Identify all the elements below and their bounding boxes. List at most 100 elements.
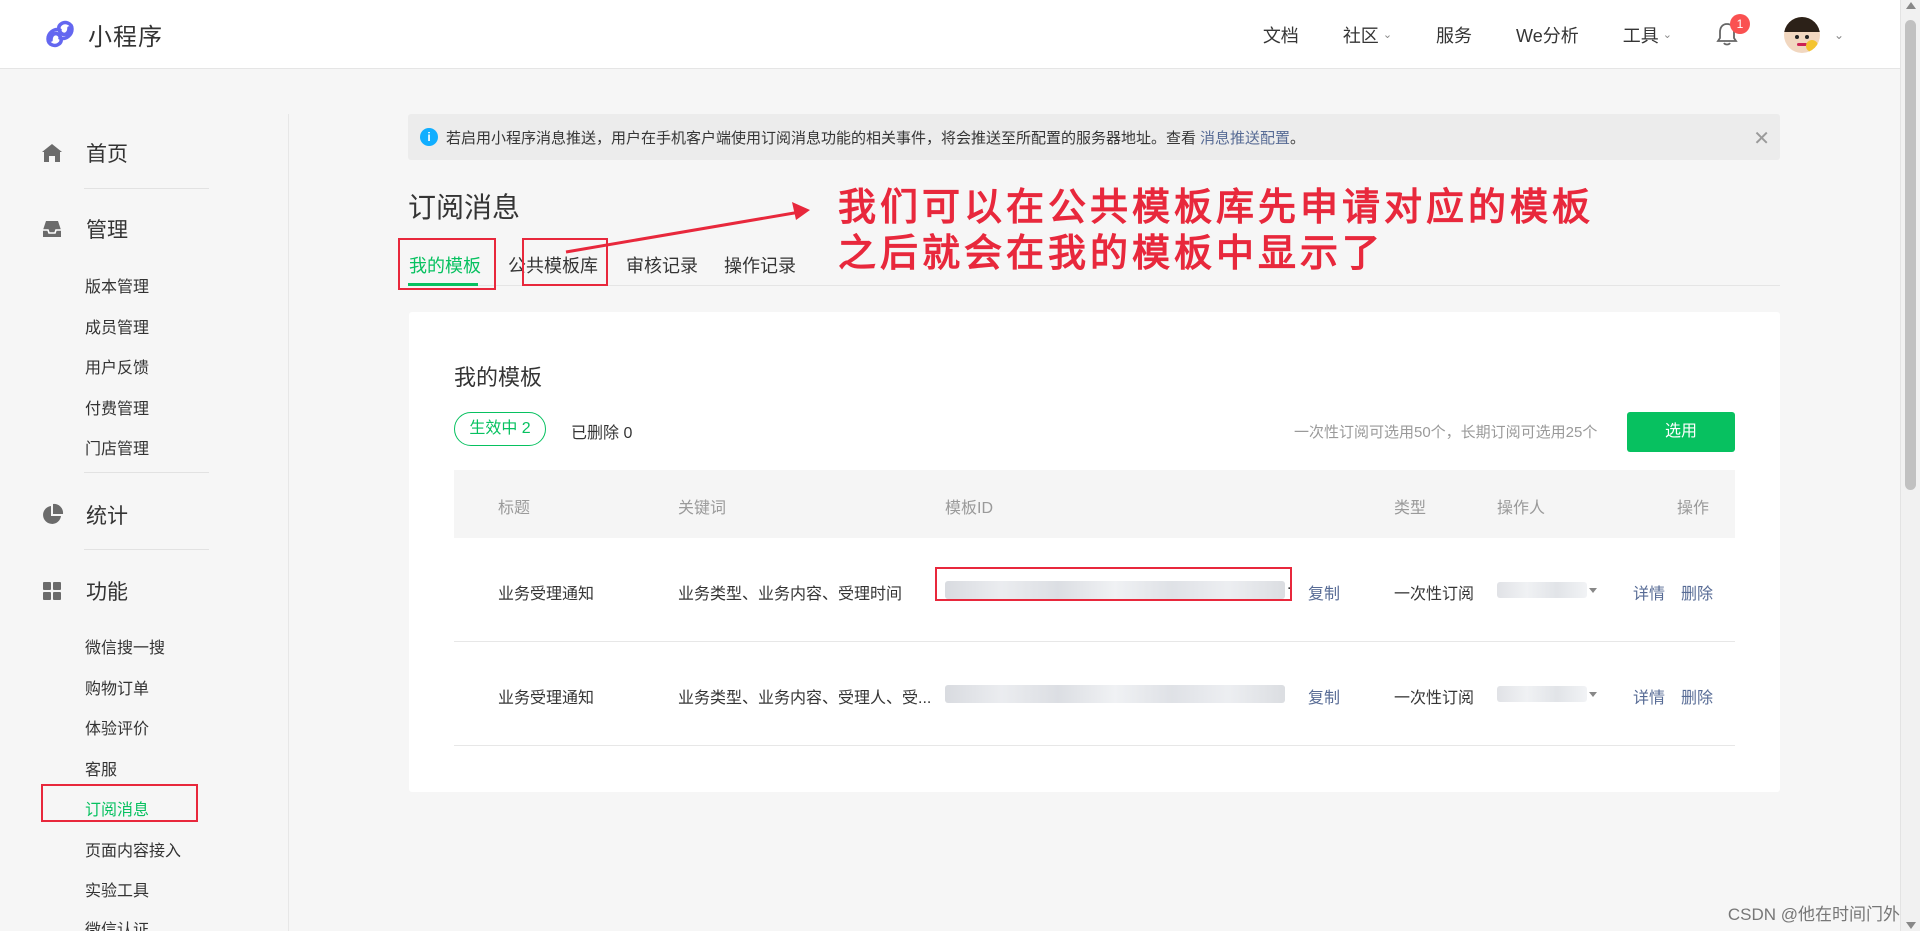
filter-deleted-chip[interactable]: 已删除 0 [571,419,632,443]
detail-button[interactable]: 详情 [1633,684,1665,708]
avatar [1783,16,1820,53]
row-title: 业务受理通知 [498,690,595,707]
home-icon [42,144,62,162]
sidebar-section-stats[interactable]: 统计 [40,500,128,530]
nav-we-analytics-label: We分析 [1516,25,1579,46]
pie-chart-icon [43,503,64,524]
sidebar-item-customer-service[interactable]: 客服 [85,756,117,780]
inbox-icon [43,221,61,237]
operator-redacted [1497,686,1587,702]
row-title: 业务受理通知 [498,586,595,603]
nav-community-label: 社区 [1342,25,1379,46]
nav-community[interactable]: 社区 ⌄ [1343,22,1392,48]
close-icon[interactable]: ✕ [1753,126,1770,151]
card-title: 我的模板 [454,365,543,390]
dropdown-caret-icon [1589,692,1597,697]
info-icon: i [420,128,438,146]
divider [84,549,209,550]
copy-template-id-button[interactable]: 复制 [1308,684,1340,708]
detail-button[interactable]: 详情 [1633,580,1665,604]
divider [84,472,209,473]
select-template-button[interactable]: 选用 [1627,412,1735,452]
highlight-box-my-templates [398,238,496,290]
sidebar-item-user-feedback[interactable]: 用户反馈 [85,354,149,378]
nav-docs-label: 文档 [1262,25,1299,46]
row-keywords: 业务类型、业务内容、受理人、受... [678,690,932,707]
scroll-down-arrow-icon[interactable] [1906,922,1916,929]
template-id-redacted [945,685,1285,703]
miniprogram-logo-icon [46,20,74,48]
table-row: 业务受理通知 业务类型、业务内容、受理时间 . 复制 一次性订阅 详情 删除 [454,538,1735,642]
sidebar-section-label: 管理 [86,219,128,242]
sidebar-item-experience-review[interactable]: 体验评价 [85,715,149,739]
tab-operation-records[interactable]: 操作记录 [724,252,796,278]
sidebar-item-member-manage[interactable]: 成员管理 [85,314,149,338]
column-header-keywords: 关键词 [678,500,727,517]
copy-template-id-button[interactable]: 复制 [1308,580,1340,604]
sidebar-section-home[interactable]: 首页 [40,138,128,168]
sidebar-item-experiment-tools[interactable]: 实验工具 [85,877,149,901]
sidebar-item-version-manage[interactable]: 版本管理 [85,273,149,297]
nav-services-label: 服务 [1436,25,1473,46]
grid-icon [43,582,61,600]
sidebar-item-wechat-search[interactable]: 微信搜一搜 [85,634,165,658]
column-header-actions: 操作 [1677,500,1710,517]
nav-services[interactable]: 服务 [1436,22,1472,48]
scroll-up-arrow-icon[interactable] [1906,2,1916,9]
sidebar-divider [288,114,289,931]
page-title: 订阅消息 [408,192,521,223]
notice-end: 。 [1290,129,1306,147]
message-push-config-link[interactable]: 消息推送配置 [1200,127,1290,148]
notice-text: 若启用小程序消息推送，用户在手机客户端使用订阅消息功能的相关事件，将会推送至所配… [446,129,1197,147]
table-row: 业务受理通知 业务类型、业务内容、受理人、受... 复制 一次性订阅 详情 删除 [454,642,1735,746]
sidebar-section-label: 首页 [86,143,128,166]
sidebar-item-page-content[interactable]: 页面内容接入 [85,837,181,861]
row-keywords: 业务类型、业务内容、受理时间 [678,586,903,603]
sidebar-section-manage[interactable]: 管理 [40,214,128,244]
page-scrollbar[interactable] [1900,0,1920,931]
highlight-box-template-id [935,567,1292,601]
row-type: 一次性订阅 [1394,586,1475,603]
delete-button[interactable]: 删除 [1681,684,1713,708]
notification-badge: 1 [1729,13,1750,34]
highlight-box-subscription-messages [41,784,198,822]
column-header-title: 标题 [498,500,531,517]
operator-redacted [1497,582,1587,598]
nav-tools[interactable]: 工具 ⌄ [1623,22,1672,48]
quota-tip: 一次性订阅可选用50个，长期订阅可选用25个 [1294,424,1598,441]
notice-banner: i 若启用小程序消息推送，用户在手机客户端使用订阅消息功能的相关事件，将会推送至… [408,114,1780,160]
chevron-down-icon: ⌄ [1833,27,1844,42]
sidebar-item-wechat-verify[interactable]: 微信认证 [85,916,149,931]
top-navbar: 小程序 文档 社区 ⌄ 服务 We分析 工具 ⌄ 1 ⌄ [0,0,1900,69]
tab-review-records[interactable]: 审核记录 [626,252,698,278]
chevron-down-icon: ⌄ [1382,29,1393,41]
column-header-template-id: 模板ID [945,500,994,517]
sidebar-item-shopping-orders[interactable]: 购物订单 [85,675,149,699]
dropdown-caret-icon [1589,588,1597,593]
column-header-operator: 操作人 [1497,500,1546,517]
nav-docs[interactable]: 文档 [1263,22,1299,48]
annotation-text: 我们可以在公共模板库先申请对应的模板 之后就会在我的模板中显示了 [838,184,1595,275]
top-nav: 文档 社区 ⌄ 服务 We分析 工具 ⌄ 1 ⌄ [1263,0,1900,69]
user-menu[interactable]: ⌄ [1783,16,1844,53]
nav-we-analytics[interactable]: We分析 [1516,22,1579,48]
notification-bell[interactable]: 1 [1716,13,1750,48]
my-templates-card: 我的模板 生效中 2 已删除 0 一次性订阅可选用50个，长期订阅可选用25个 … [409,312,1780,792]
sidebar-item-store-manage[interactable]: 门店管理 [85,435,149,459]
app-title: 小程序 [88,23,163,51]
sidebar-section-label: 统计 [86,505,128,528]
table-header: 标题 关键词 模板ID 类型 操作人 操作 [454,470,1735,538]
filter-active-chip[interactable]: 生效中 2 [454,412,546,446]
sidebar-section-features[interactable]: 功能 [40,576,128,606]
chevron-down-icon: ⌄ [1662,29,1672,41]
row-type: 一次性订阅 [1394,690,1475,707]
sidebar-section-label: 功能 [86,581,128,604]
column-header-type: 类型 [1394,500,1427,517]
sidebar-item-payment-manage[interactable]: 付费管理 [85,395,149,419]
delete-button[interactable]: 删除 [1681,580,1713,604]
highlight-box-public-library [522,238,608,286]
logo[interactable]: 小程序 [42,16,163,52]
watermark: CSDN @他在时间门外 [1727,905,1900,924]
divider [84,188,209,189]
scroll-thumb[interactable] [1905,20,1916,490]
